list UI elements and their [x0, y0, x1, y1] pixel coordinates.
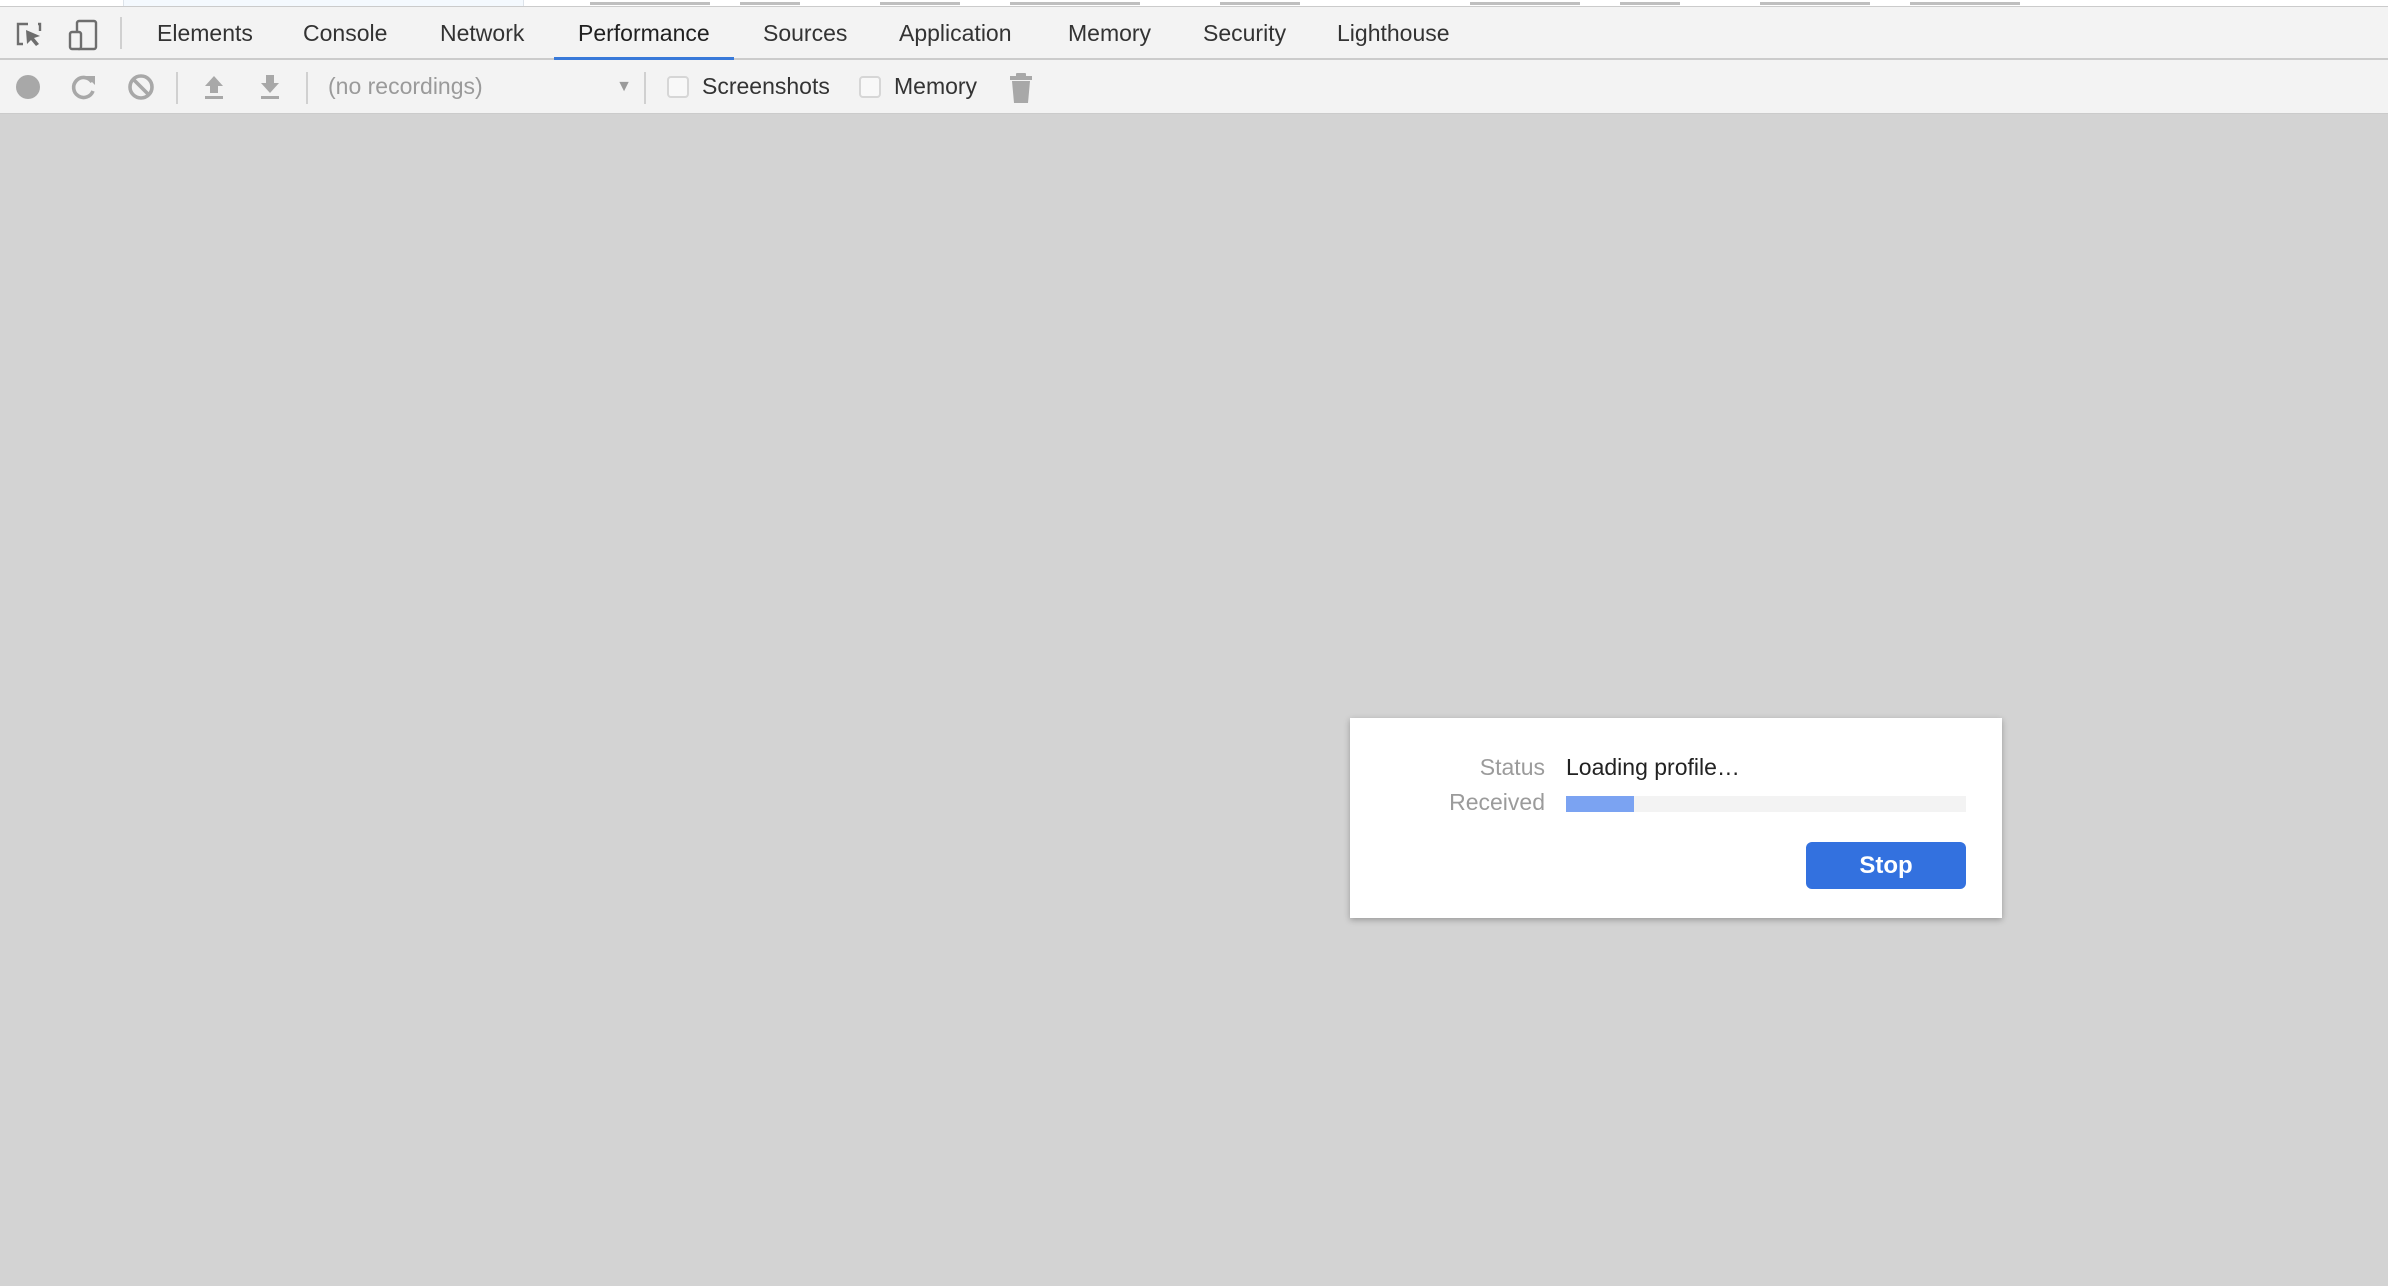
clipped-text-fragment [1620, 2, 1680, 5]
tabbar-separator [120, 17, 122, 49]
toolbar-separator [644, 72, 646, 104]
stop-button[interactable]: Stop [1806, 842, 1966, 889]
tab-sources[interactable]: Sources [763, 7, 847, 59]
performance-toolbar: (no recordings) ▼ Screenshots Memory [0, 60, 2388, 114]
screenshots-checkbox[interactable] [667, 76, 689, 98]
status-value: Loading profile… [1566, 754, 1740, 780]
tab-memory[interactable]: Memory [1068, 7, 1151, 59]
received-progress-fill [1566, 796, 1634, 812]
clipped-text-fragment [1470, 2, 1580, 5]
toolbar-separator [306, 72, 308, 104]
tab-performance[interactable]: Performance [554, 7, 734, 61]
tab-console[interactable]: Console [303, 7, 387, 59]
clipped-text-fragment [1760, 2, 1870, 5]
received-label: Received [1449, 789, 1545, 815]
tab-network[interactable]: Network [440, 7, 524, 59]
save-profile-icon[interactable] [256, 73, 284, 101]
tab-lighthouse[interactable]: Lighthouse [1337, 7, 1450, 59]
status-label: Status [1479, 754, 1545, 780]
toolbar-separator [176, 72, 178, 104]
record-icon[interactable] [14, 73, 42, 101]
inspect-element-icon[interactable] [14, 19, 46, 51]
clipped-text-fragment [740, 2, 800, 5]
memory-label[interactable]: Memory [894, 60, 977, 113]
clipped-text-fragment [1910, 2, 2020, 5]
clipped-text-fragment [1010, 2, 1140, 5]
clipped-text-fragment [1220, 2, 1300, 5]
trash-icon[interactable] [1007, 72, 1035, 104]
received-progress-bar [1566, 796, 1966, 812]
clear-icon[interactable] [127, 73, 155, 101]
device-toolbar-icon[interactable] [67, 19, 99, 51]
recordings-select-value: (no recordings) [328, 73, 483, 99]
clipped-text-fragment [880, 2, 960, 5]
memory-checkbox[interactable] [859, 76, 881, 98]
dropdown-arrow-icon: ▼ [616, 78, 632, 95]
tab-elements[interactable]: Elements [157, 7, 253, 59]
clipped-text-fragment [590, 2, 710, 5]
tab-security[interactable]: Security [1203, 7, 1286, 59]
loading-profile-dialog: Status Loading profile… Received Stop [1350, 718, 2002, 918]
tab-application[interactable]: Application [899, 7, 1012, 59]
devtools-tab-bar: Elements Console Network Performance Sou… [0, 6, 2388, 61]
load-profile-icon[interactable] [200, 73, 228, 101]
screenshots-label[interactable]: Screenshots [702, 60, 830, 113]
reload-icon[interactable] [70, 73, 98, 101]
recordings-select[interactable]: (no recordings) ▼ [328, 60, 632, 113]
